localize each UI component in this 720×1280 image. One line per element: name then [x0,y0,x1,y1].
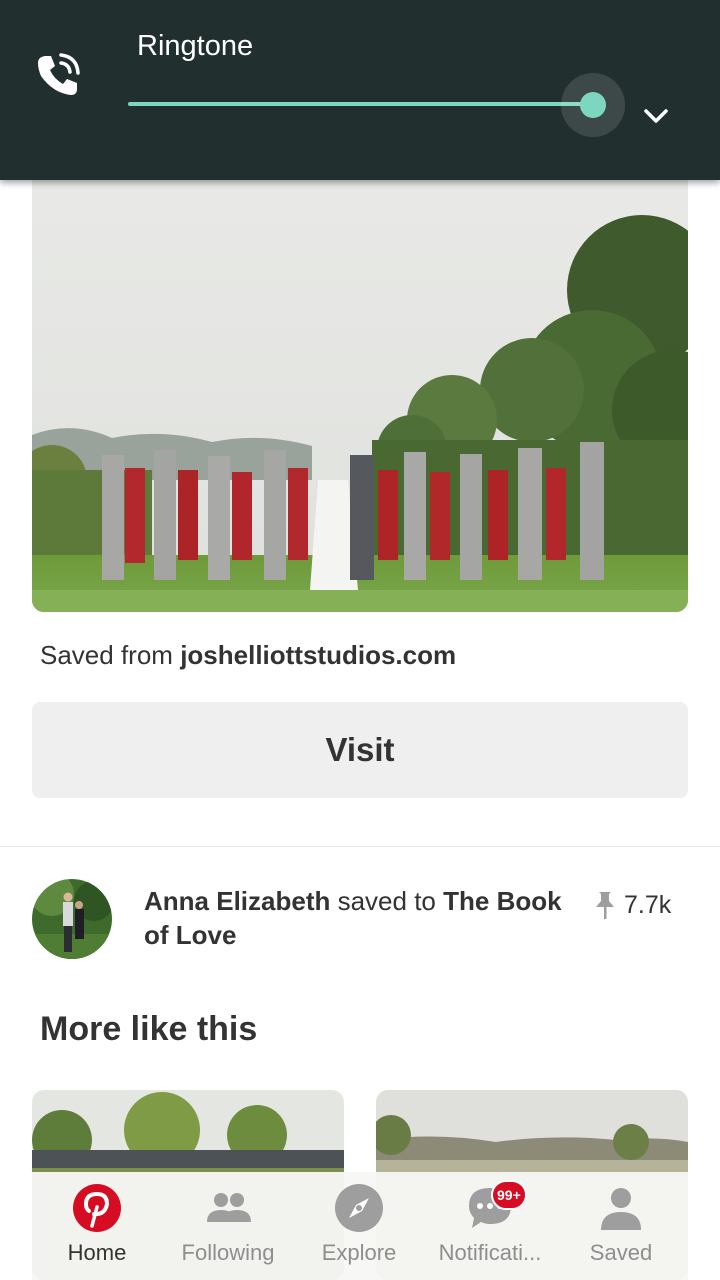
visit-button[interactable]: Visit [32,702,688,798]
saved-from-text: Saved from joshelliottstudios.com [40,640,456,671]
pin-attribution: Anna Elizabeth saved to The Book of Love [144,884,584,952]
avatar[interactable] [32,879,112,959]
nav-notifications-label: Notificati... [438,1240,542,1265]
bottom-nav: Home Following Explore 99+ Notificati... [32,1172,688,1280]
pinterest-logo-icon [73,1184,121,1232]
nav-home[interactable]: Home [32,1172,162,1280]
nav-saved-label: Saved [589,1240,653,1265]
section-divider [0,846,720,847]
volume-panel: Ringtone [0,0,720,180]
saved-from-prefix: Saved from [40,640,173,670]
pushpin-icon [596,892,614,919]
pin-count: 7.7k [594,887,671,923]
volume-slider-thumb[interactable] [580,92,606,118]
profile-icon [601,1188,641,1230]
notification-badge: 99+ [491,1180,527,1210]
people-icon [207,1193,251,1222]
nav-following-label: Following [181,1240,275,1265]
user-name-link[interactable]: Anna Elizabeth [144,886,330,916]
user-avatar-photo [32,879,112,959]
volume-stream-label: Ringtone [137,30,254,62]
pin-image[interactable] [32,150,688,612]
compass-icon [335,1184,383,1232]
nav-following[interactable]: Following [163,1172,293,1280]
chevron-down-icon[interactable] [636,100,676,132]
attribution-connector: saved to [337,886,436,916]
nav-explore-label: Explore [321,1240,397,1265]
nav-explore[interactable]: Explore [294,1172,424,1280]
more-like-this-heading: More like this [40,1010,258,1048]
nav-saved[interactable]: Saved [556,1172,686,1280]
phone-ringing-icon [38,53,80,95]
wedding-party-photo [32,150,688,612]
nav-notifications[interactable]: 99+ Notificati... [425,1172,555,1280]
nav-home-label: Home [67,1240,127,1265]
source-domain-link[interactable]: joshelliottstudios.com [180,640,456,670]
volume-slider-track[interactable] [128,102,593,106]
pin-count-value: 7.7k [624,890,672,919]
